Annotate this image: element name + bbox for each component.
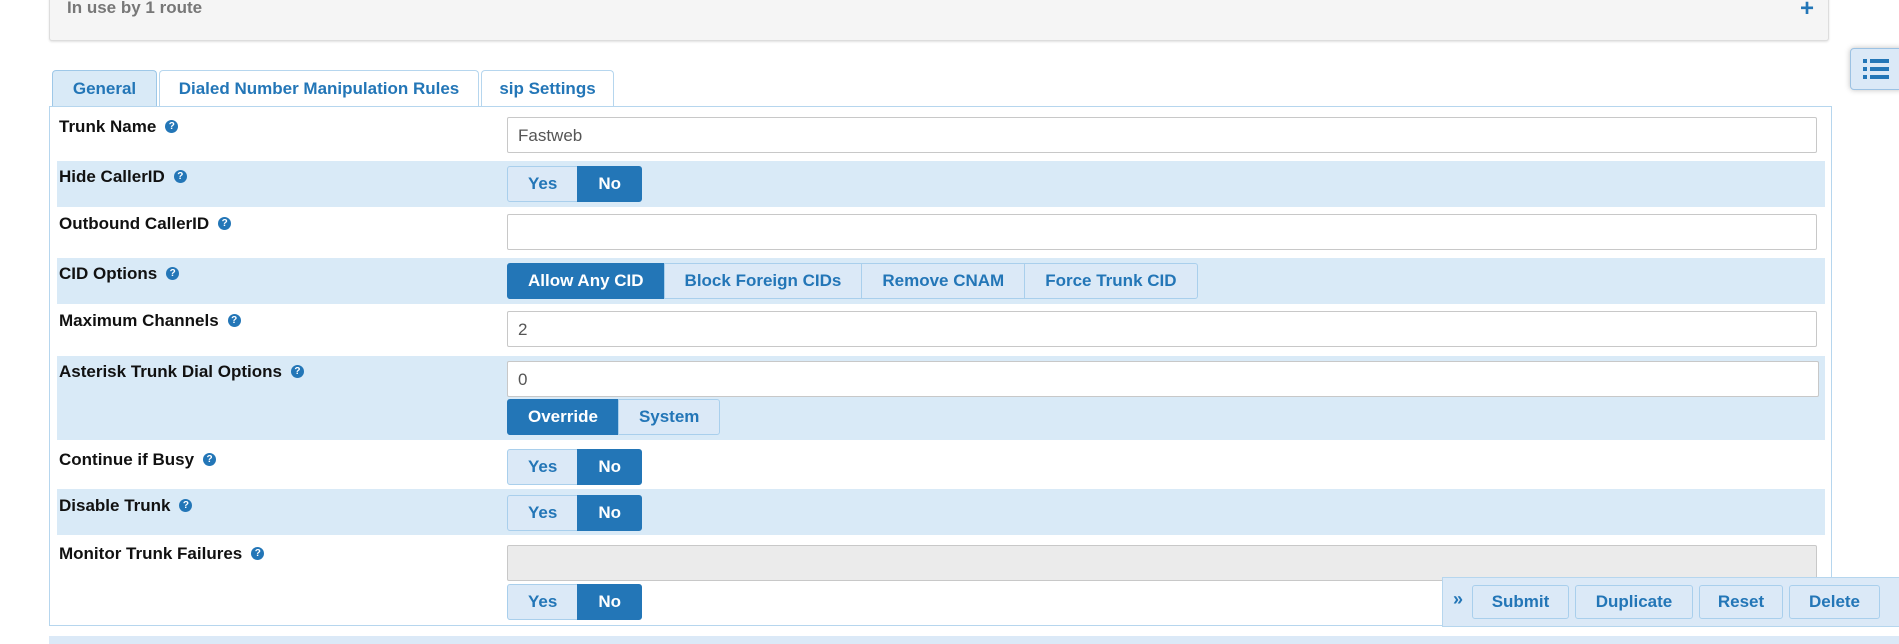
continue-if-busy-label: Continue if Busy [59,450,195,469]
collapse-actions-icon[interactable]: » [1453,589,1463,610]
help-icon[interactable]: ? [173,170,187,184]
outbound-callerid-input[interactable] [507,214,1817,250]
continue-if-busy-row: Continue if Busy? Yes No [57,442,1825,488]
monitor-failures-toggle: Yes No [507,584,642,620]
action-bar: » Submit Duplicate Reset Delete [1442,577,1899,627]
help-icon[interactable]: ? [166,267,180,281]
help-icon[interactable]: ? [290,365,304,379]
override-button[interactable]: Override [507,399,619,435]
allow-any-cid-button[interactable]: Allow Any CID [507,263,665,299]
continue-if-busy-no-button[interactable]: No [577,449,642,485]
max-channels-input[interactable]: 2 [507,311,1817,347]
hide-callerid-row: Hide CallerID? Yes No [57,161,1825,207]
disable-trunk-no-button[interactable]: No [577,495,642,531]
continue-if-busy-toggle: Yes No [507,449,642,485]
disable-trunk-yes-button[interactable]: Yes [507,495,579,531]
route-usage-text: In use by 1 route [67,0,203,17]
trunk-name-row: Trunk Name? Fastweb [57,107,1825,157]
monitor-failures-yes-button[interactable]: Yes [507,584,579,620]
hide-callerid-label: Hide CallerID [59,167,165,186]
help-icon[interactable]: ? [251,547,265,561]
expand-plus-icon[interactable]: + [1800,0,1814,23]
tab-general[interactable]: General [52,70,157,108]
reset-button[interactable]: Reset [1699,585,1783,619]
tab-sip-settings[interactable]: sip Settings [481,70,614,107]
monitor-failures-input[interactable] [507,545,1817,581]
force-trunk-cid-button[interactable]: Force Trunk CID [1024,263,1198,299]
trunk-general-form: Trunk Name? Fastweb Hide CallerID? Yes N… [49,106,1832,626]
list-toggle-button[interactable] [1850,48,1899,90]
help-icon[interactable]: ? [227,314,241,328]
delete-button[interactable]: Delete [1789,585,1880,619]
list-icon [1863,59,1889,79]
help-icon[interactable]: ? [165,120,179,134]
monitor-failures-no-button[interactable]: No [577,584,642,620]
cid-options-row: CID Options? Allow Any CID Block Foreign… [57,258,1825,304]
hide-callerid-no-button[interactable]: No [577,166,642,202]
submit-button[interactable]: Submit [1472,585,1569,619]
outbound-callerid-row: Outbound CallerID? [57,207,1825,257]
dial-options-label: Asterisk Trunk Dial Options [59,362,282,381]
dial-options-input[interactable]: 0 [507,361,1819,397]
dial-options-toggle: Override System [507,399,721,435]
cid-options-toggle: Allow Any CID Block Foreign CIDs Remove … [507,263,1198,299]
hide-callerid-yes-button[interactable]: Yes [507,166,579,202]
remove-cnam-button[interactable]: Remove CNAM [861,263,1026,299]
hide-callerid-toggle: Yes No [507,166,642,202]
outbound-callerid-label: Outbound CallerID [59,214,210,233]
monitor-failures-label: Monitor Trunk Failures [59,544,243,563]
bottom-panel-edge [49,636,1899,644]
tab-dialed-number-manipulation-rules[interactable]: Dialed Number Manipulation Rules [159,70,479,107]
max-channels-row: Maximum Channels? 2 [57,304,1825,354]
trunk-name-label: Trunk Name [59,117,157,136]
help-icon[interactable]: ? [179,499,193,513]
system-button[interactable]: System [617,399,721,435]
duplicate-button[interactable]: Duplicate [1575,585,1693,619]
cid-options-label: CID Options [59,264,158,283]
disable-trunk-toggle: Yes No [507,495,642,531]
trunk-name-input[interactable]: Fastweb [507,117,1817,153]
max-channels-label: Maximum Channels [59,311,219,330]
route-usage-panel[interactable]: In use by 1 route + [49,0,1829,41]
help-icon[interactable]: ? [203,453,217,467]
disable-trunk-label: Disable Trunk [59,496,171,515]
block-foreign-cids-button[interactable]: Block Foreign CIDs [663,263,863,299]
help-icon[interactable]: ? [218,217,232,231]
dial-options-row: Asterisk Trunk Dial Options? 0 Override … [57,356,1825,440]
disable-trunk-row: Disable Trunk? Yes No [57,489,1825,535]
continue-if-busy-yes-button[interactable]: Yes [507,449,579,485]
